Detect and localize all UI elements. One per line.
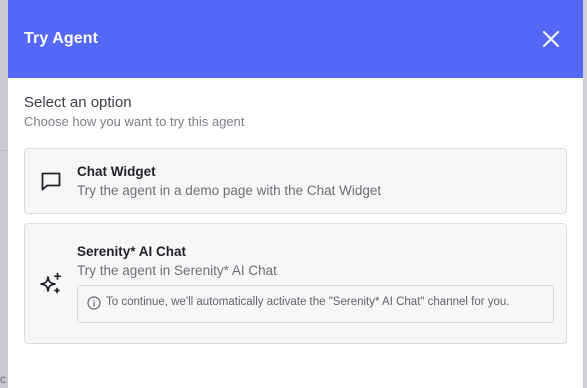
dialog-title: Try Agent xyxy=(24,30,99,47)
sparkles-icon xyxy=(25,271,77,297)
backdrop-divider xyxy=(0,150,8,151)
backdrop xyxy=(0,0,8,388)
activation-notice: To continue, we'll automatically activat… xyxy=(77,285,554,323)
info-icon xyxy=(87,296,103,315)
close-icon xyxy=(543,31,559,47)
section-subtitle: Choose how you want to try this agent xyxy=(24,114,245,129)
activation-notice-text: To continue, we'll automatically activat… xyxy=(106,296,510,308)
section-title: Select an option xyxy=(24,94,132,111)
dialog-header: Try Agent xyxy=(8,0,583,78)
option-description: Try the agent in Serenity* AI Chat xyxy=(77,263,277,278)
option-chat-widget[interactable]: Chat Widget Try the agent in a demo page… xyxy=(24,148,567,214)
backdrop-text-fragment: c xyxy=(0,372,6,386)
option-description: Try the agent in a demo page with the Ch… xyxy=(77,183,382,198)
try-agent-dialog: Try Agent Select an option Choose how yo… xyxy=(8,0,583,388)
chat-bubble-icon xyxy=(25,169,77,193)
option-serenity-ai-chat[interactable]: Serenity* AI Chat Try the agent in Seren… xyxy=(24,223,567,344)
option-title: Serenity* AI Chat xyxy=(77,244,187,259)
option-title: Chat Widget xyxy=(77,164,156,179)
close-button[interactable] xyxy=(537,25,565,53)
dialog-body: Select an option Choose how you want to … xyxy=(8,78,583,344)
